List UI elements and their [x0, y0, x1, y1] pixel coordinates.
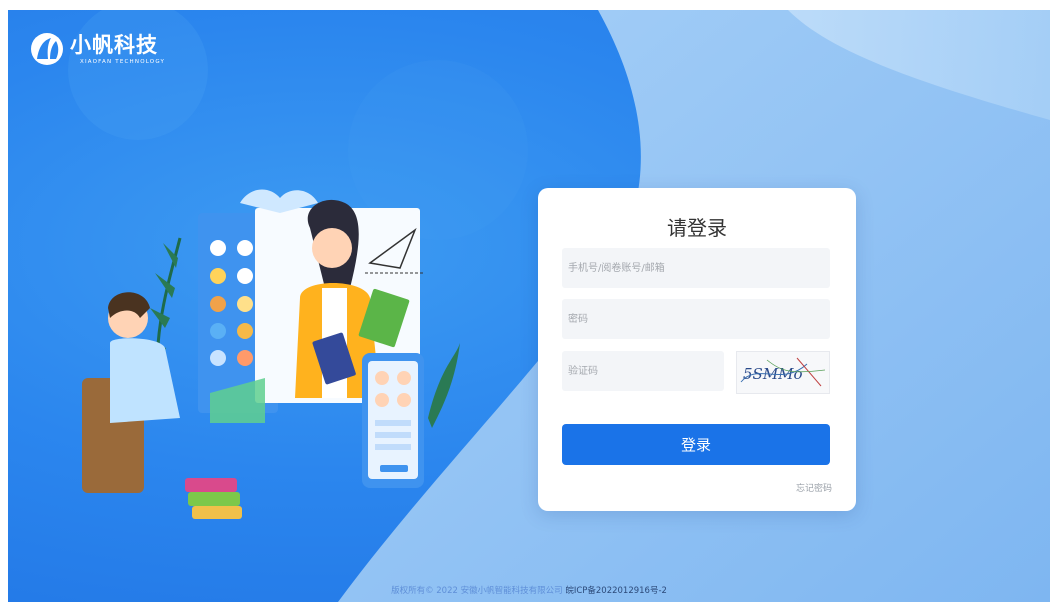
education-illustration: [82, 189, 460, 519]
icp-record-link[interactable]: 皖ICP备2022012916号-2: [565, 586, 667, 596]
brand-name-en: XIAOFAN TECHNOLOGY: [80, 59, 166, 65]
brand-name: 小帆科技: [70, 33, 158, 57]
sail-logo-icon: [31, 33, 63, 65]
brand-logo[interactable]: 小帆科技 XIAOFAN TECHNOLOGY: [30, 32, 165, 66]
page-background: 小帆科技 XIAOFAN TECHNOLOGY 请登录 手机号/阅卷账号/邮箱 …: [8, 10, 1050, 602]
copyright-text[interactable]: 版权所有© 2022 安徽小帆智能科技有限公司: [391, 586, 563, 596]
username-input[interactable]: [562, 248, 830, 288]
login-title: 请登录: [667, 216, 727, 240]
forgot-password-link[interactable]: 忘记密码: [796, 481, 832, 494]
login-button[interactable]: 登录: [562, 424, 830, 465]
footer: 版权所有© 2022 安徽小帆智能科技有限公司 皖ICP备2022012916号…: [8, 584, 1050, 596]
login-card: 请登录 5SMMo 登录 忘记密码: [538, 188, 856, 511]
captcha-image[interactable]: 5SMMo: [736, 351, 830, 394]
captcha-input[interactable]: [562, 351, 724, 391]
password-input[interactable]: [562, 299, 830, 339]
